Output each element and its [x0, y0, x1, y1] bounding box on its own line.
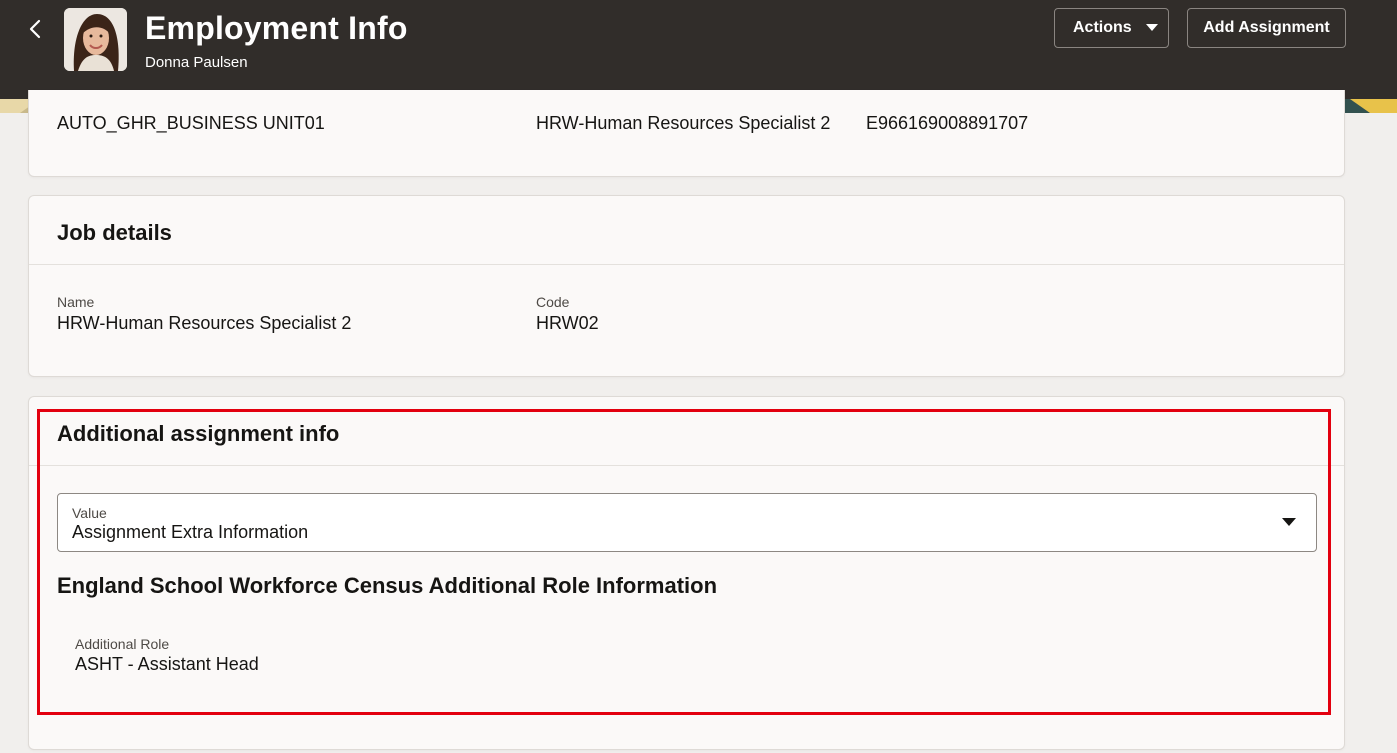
- person-name: Donna Paulsen: [145, 54, 248, 71]
- assignment-number-value: E966169008891707: [866, 113, 1029, 133]
- page-header: Employment Info Donna Paulsen Actions Ad…: [0, 0, 1397, 99]
- job-details-card: Job details Name HRW-Human Resources Spe…: [28, 195, 1345, 377]
- job-code-value: HRW02: [536, 313, 599, 333]
- job-code-label: Code: [536, 294, 570, 310]
- value-select-label: Value: [72, 505, 107, 521]
- additional-role-label: Additional Role: [75, 636, 170, 652]
- additional-assignment-info-card: Additional assignment info Value Assignm…: [28, 396, 1345, 750]
- business-unit-value: AUTO_GHR_BUSINESS UNIT01: [57, 113, 325, 133]
- value-select-value: Assignment Extra Information: [72, 522, 309, 542]
- page-title: Employment Info: [145, 10, 408, 46]
- caret-down-icon: [1282, 518, 1296, 526]
- actions-button[interactable]: Actions: [1054, 8, 1169, 48]
- caret-down-icon: [1145, 24, 1158, 31]
- add-assignment-button[interactable]: Add Assignment: [1187, 8, 1346, 48]
- job-details-title: Job details: [57, 220, 172, 245]
- job-value: HRW-Human Resources Specialist 2: [536, 113, 831, 133]
- value-select[interactable]: Value Assignment Extra Information: [57, 493, 1317, 552]
- divider: [29, 465, 1344, 466]
- additional-info-title: Additional assignment info: [57, 421, 340, 446]
- additional-role-value: ASHT - Assistant Head: [75, 654, 259, 674]
- chevron-left-icon: [29, 19, 41, 39]
- divider: [29, 264, 1344, 265]
- avatar: [64, 8, 127, 71]
- job-name-label: Name: [57, 294, 95, 310]
- job-name-value: HRW-Human Resources Specialist 2: [57, 313, 352, 333]
- census-section-title: England School Workforce Census Addition…: [57, 573, 718, 598]
- actions-label: Actions: [1073, 19, 1132, 36]
- back-button[interactable]: [20, 14, 50, 44]
- assignment-summary-card: AUTO_GHR_BUSINESS UNIT01 HRW-Human Resou…: [28, 90, 1345, 177]
